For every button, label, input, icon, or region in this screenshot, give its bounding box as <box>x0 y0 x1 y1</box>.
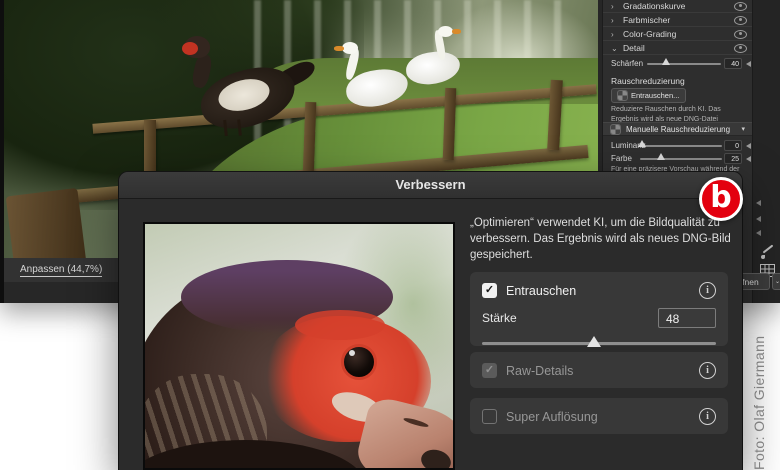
schaerfen-value[interactable]: 40 <box>724 58 742 69</box>
slider-thumb[interactable] <box>656 153 665 160</box>
chevron-down-icon: ⌄ <box>774 279 780 285</box>
staerke-slider[interactable] <box>482 336 716 347</box>
slider-thumb[interactable] <box>662 58 671 65</box>
eye-icon[interactable] <box>734 29 747 39</box>
info-icon[interactable]: i <box>699 282 716 299</box>
farbe-slider[interactable] <box>640 153 722 160</box>
dialog-title: Verbessern <box>395 177 466 192</box>
fence-post-foreground <box>5 187 87 258</box>
slider-thumb[interactable] <box>638 140 647 147</box>
dropdown-icon: ▾ <box>741 126 745 133</box>
eye-icon[interactable] <box>734 43 747 53</box>
dialog-title-bar[interactable]: Verbessern <box>119 172 742 199</box>
dialog-description: „Optimieren“ verwendet KI, um die Bildqu… <box>470 217 731 261</box>
info-icon[interactable]: i <box>699 362 716 379</box>
eye-icon[interactable] <box>734 1 747 11</box>
farbe-value[interactable]: 25 <box>724 153 742 164</box>
panel-section-farbmischer[interactable]: › Farbmischer <box>603 14 752 27</box>
chevron-right-icon: › <box>611 15 614 25</box>
entrauschen-label: Entrauschen <box>506 283 577 298</box>
photo-credit: Foto: Olaf Giermann <box>751 335 767 470</box>
eye-icon[interactable] <box>734 15 747 25</box>
luminanz-slider-row: Luminanz 0 <box>603 139 752 152</box>
duck-eye <box>341 344 377 380</box>
entrauschen-button[interactable]: Entrauschen... <box>611 88 687 103</box>
tool-strip <box>752 0 780 303</box>
magazine-badge: b <box>699 177 743 221</box>
stepper-left-icon[interactable] <box>756 230 761 236</box>
super-resolution-checkbox[interactable] <box>482 409 497 424</box>
luminanz-slider[interactable] <box>638 140 722 147</box>
stepper-left-icon[interactable] <box>756 216 761 222</box>
panel-section-gradationskurve[interactable]: › Gradationskurve <box>603 0 752 13</box>
info-icon[interactable]: i <box>699 408 716 425</box>
white-goose <box>396 26 466 92</box>
super-resolution-label: Super Auflösung <box>506 409 598 424</box>
staerke-label: Stärke <box>482 311 517 325</box>
stepper-left-icon[interactable] <box>746 156 751 162</box>
chevron-right-icon: › <box>611 1 614 11</box>
raw-details-card: ✓ Raw-Details i <box>470 352 728 388</box>
panel-section-detail[interactable]: ⌄ Detail <box>603 42 752 55</box>
raw-details-checkbox[interactable]: ✓ <box>482 363 497 378</box>
schaerfen-slider-row: Schärfen 40 <box>603 57 752 70</box>
verbessern-dialog: Verbessern „Optimieren“ verwendet KI, um… <box>119 172 742 470</box>
manual-noise-reduction-header[interactable]: Manuelle Rauschreduzierung ▾ <box>603 122 752 136</box>
slider-thumb[interactable] <box>587 336 602 347</box>
denoise-icon <box>610 123 621 135</box>
muscovy-duck <box>172 28 319 148</box>
magazine-figure: Anpassen (44,7%) 200% ⌄ › Gradationskurv… <box>0 0 780 470</box>
denoise-icon <box>617 90 628 101</box>
enhance-preview-image[interactable] <box>143 222 455 470</box>
chevron-right-icon: › <box>611 29 614 39</box>
panel-section-color-grading[interactable]: › Color-Grading <box>603 28 752 41</box>
rauschreduzierung-title: Rauschreduzierung <box>611 76 685 86</box>
farbe-slider-row: Farbe 25 <box>603 152 752 165</box>
brush-tool-icon[interactable] <box>760 246 774 260</box>
chevron-down-icon: ⌄ <box>611 43 618 53</box>
zoom-fit-button[interactable]: Anpassen (44,7%) <box>20 264 103 277</box>
entrauschen-checkbox[interactable]: ✓ <box>482 283 497 298</box>
schaerfen-slider[interactable] <box>647 58 721 65</box>
stepper-left-icon[interactable] <box>746 61 751 67</box>
stepper-left-icon[interactable] <box>746 143 751 149</box>
open-button-dropdown[interactable]: ⌄ <box>772 273 780 290</box>
raw-details-label: Raw-Details <box>506 363 574 378</box>
staerke-value-field[interactable]: 48 <box>658 308 716 328</box>
entrauschen-card: ✓ Entrauschen i Stärke 48 <box>470 272 728 347</box>
stepper-left-icon[interactable] <box>756 200 761 206</box>
luminanz-value[interactable]: 0 <box>724 140 742 151</box>
super-resolution-card: Super Auflösung i <box>470 398 728 434</box>
